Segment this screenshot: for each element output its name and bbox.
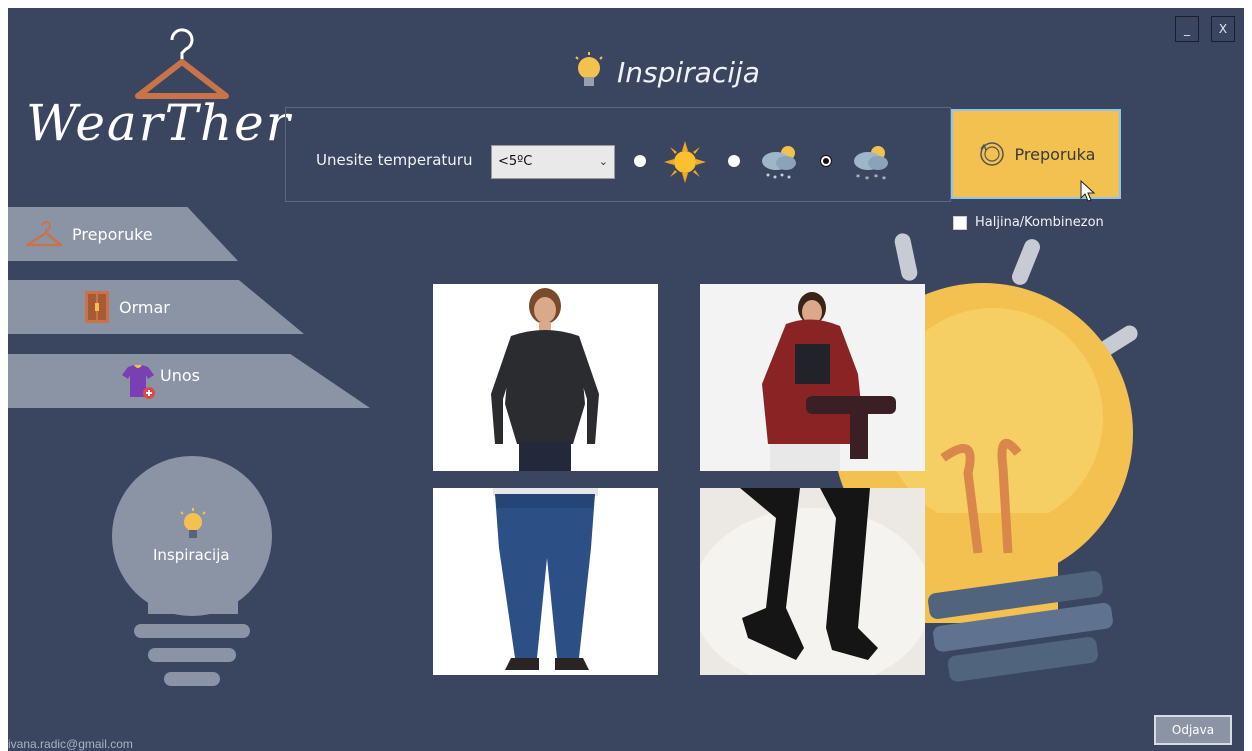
page-title: Inspiracija — [573, 52, 760, 92]
radio-rainy[interactable] — [728, 155, 740, 167]
svg-text:*: * — [856, 173, 860, 182]
sidebar-item-unos[interactable]: Unos — [8, 354, 370, 408]
minimize-button[interactable]: _ — [1175, 16, 1199, 42]
brand-name: WearTher — [26, 94, 292, 152]
chevron-down-icon: ⌄ — [598, 155, 608, 168]
page-title-text: Inspiracija — [617, 55, 760, 89]
sidebar-item-label: Preporuke — [72, 224, 153, 244]
temperature-select-value: <5ºC — [498, 154, 533, 169]
lightbulb-icon — [180, 508, 206, 538]
snow-cloud-icon: * * * * — [854, 146, 888, 183]
sun-icon — [664, 141, 706, 183]
black-boots-photo — [700, 488, 925, 675]
temperature-select[interactable]: <5ºC ⌄ — [491, 145, 615, 179]
sidebar-item-label: Ormar — [119, 297, 170, 317]
radio-snowy[interactable] — [820, 155, 832, 167]
hanger-icon — [135, 28, 229, 99]
logout-button[interactable]: Odjava — [1154, 715, 1232, 745]
recommend-button-label: Preporuka — [1014, 144, 1096, 164]
mouse-cursor-icon — [1080, 180, 1096, 202]
app-window: _ X WearTher Inspiracija Preporuke Ormar… — [8, 8, 1244, 751]
rain-cloud-icon — [762, 146, 796, 179]
lightbulb-icon — [575, 52, 603, 86]
svg-text:*: * — [874, 173, 878, 182]
sidebar-item-preporuke[interactable]: Preporuke — [8, 207, 238, 261]
add-shirt-icon — [122, 365, 155, 399]
blue-jeans-photo — [433, 488, 658, 675]
dress-checkbox-label: Haljina/Kombinezon — [975, 215, 1104, 230]
inspiration-label: Inspiracija — [153, 546, 230, 564]
red-puffer-jacket-photo — [700, 284, 925, 471]
inspiration-bulb-button[interactable] — [108, 454, 278, 690]
sidebar-item-label: Unos — [160, 365, 200, 385]
radio-sunny[interactable] — [634, 155, 646, 167]
close-button[interactable]: X — [1211, 16, 1235, 42]
temperature-panel: Unesite temperaturu <5ºC ⌄ * * * * — [285, 107, 951, 202]
dress-checkbox-box[interactable] — [953, 215, 967, 230]
temperature-label: Unesite temperaturu — [316, 151, 473, 169]
wardrobe-icon — [85, 291, 109, 323]
dress-checkbox[interactable]: Haljina/Kombinezon — [953, 215, 1104, 230]
refresh-icon — [979, 142, 1004, 166]
sidebar-item-ormar[interactable]: Ormar — [8, 280, 304, 334]
user-email: ivana.radic@gmail.com — [8, 737, 133, 751]
black-sweater-photo — [433, 284, 658, 471]
svg-text:*: * — [865, 175, 869, 183]
hanger-icon — [25, 221, 63, 247]
svg-text:*: * — [882, 175, 886, 183]
